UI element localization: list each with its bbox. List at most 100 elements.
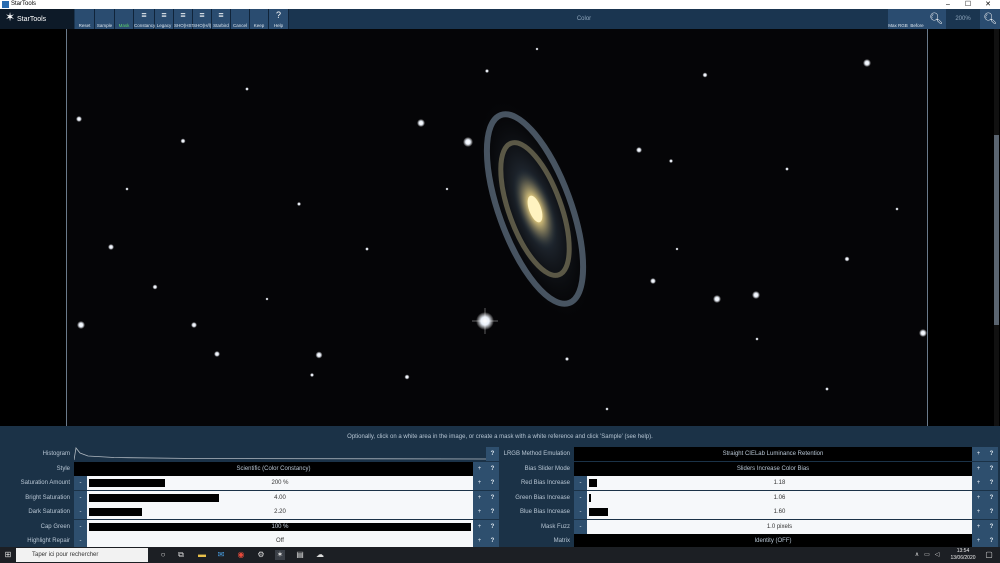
cortana-icon[interactable]: ○ bbox=[158, 550, 168, 560]
hint-text: Optionally, click on a white area in the… bbox=[347, 434, 653, 440]
control-panel: Optionally, click on a white area in the… bbox=[0, 426, 1000, 548]
bias-slider-mode-help-button[interactable]: ? bbox=[985, 461, 998, 476]
dark-saturation-slider[interactable]: 2.20 bbox=[87, 505, 473, 519]
red-bias-increase-decrease-button[interactable]: - bbox=[574, 476, 587, 490]
task-view-icon[interactable]: ⧉ bbox=[176, 550, 186, 560]
highlight-repair-decrease-button[interactable]: - bbox=[74, 534, 87, 548]
blue-bias-increase-decrease-button[interactable]: - bbox=[574, 505, 587, 519]
highlight-repair-help-button[interactable]: ? bbox=[486, 534, 499, 548]
mask-fuzz-help-button[interactable]: ? bbox=[985, 519, 998, 534]
blue-bias-increase-increase-button[interactable]: + bbox=[972, 505, 985, 519]
blue-bias-increase-help-button[interactable]: ? bbox=[985, 505, 998, 519]
toolbar-button-cancel[interactable]: Cancel bbox=[231, 9, 250, 29]
green-bias-increase-label: Green Bias Increase bbox=[515, 494, 570, 501]
tray-chevron-icon[interactable]: ∧ bbox=[912, 550, 922, 560]
cloud-app-icon[interactable]: ☁ bbox=[315, 550, 325, 560]
red-bias-increase-label: Red Bias Increase bbox=[520, 480, 570, 486]
toolbar-button-legacy[interactable]: ≡ Legacy bbox=[155, 9, 174, 29]
blue-bias-increase-slider[interactable]: 1.60 bbox=[587, 505, 972, 519]
matrix-next-button[interactable]: + bbox=[972, 534, 985, 548]
highlight-repair-increase-button[interactable]: + bbox=[473, 534, 486, 548]
toolbar-button-constancy[interactable]: ≡ Constancy bbox=[134, 9, 155, 29]
volume-icon[interactable]: ◁ bbox=[932, 550, 942, 560]
dark-saturation-decrease-button[interactable]: - bbox=[74, 505, 87, 519]
preset-lines-icon: ≡ bbox=[218, 10, 224, 20]
toolbar-button-sho-hst[interactable]: ≡ SHO(HST) bbox=[174, 9, 196, 29]
red-bias-increase-slider[interactable]: 1.18 bbox=[587, 476, 972, 490]
lrgb-method-emulation-help-button[interactable]: ? bbox=[985, 447, 998, 461]
toolbar-button-mask[interactable]: Mask bbox=[115, 9, 134, 29]
style-label: Style bbox=[56, 465, 70, 472]
startools-taskbar-icon[interactable]: ✶ bbox=[275, 550, 285, 560]
red-bias-increase-help-button[interactable]: ? bbox=[985, 476, 998, 490]
saturation-amount-slider[interactable]: 200 % bbox=[87, 476, 473, 490]
blue-bias-increase-label: Blue Bias Increase bbox=[519, 509, 570, 515]
taskbar-clock[interactable]: 13:54 13/06/2020 bbox=[948, 548, 978, 562]
dark-saturation-increase-button[interactable]: + bbox=[473, 505, 486, 519]
dark-saturation-help-button[interactable]: ? bbox=[486, 505, 499, 519]
toolbar-button-keep[interactable]: Keep bbox=[250, 9, 269, 29]
zoom-out-button[interactable]: 🔍︎ bbox=[926, 9, 946, 29]
windows-start-icon[interactable]: ⊞ bbox=[3, 550, 13, 560]
bias-slider-mode-next-button[interactable]: + bbox=[972, 461, 985, 476]
style-dropdown[interactable]: Scientific (Color Constancy) bbox=[74, 461, 473, 476]
bright-saturation-slider[interactable]: 4.00 bbox=[87, 490, 473, 505]
cap-green-increase-button[interactable]: + bbox=[473, 519, 486, 534]
saturation-amount-decrease-button[interactable]: - bbox=[74, 476, 87, 490]
green-bias-increase-decrease-button[interactable]: - bbox=[574, 490, 587, 505]
minimize-button[interactable]: – bbox=[938, 0, 958, 9]
red-bias-increase-increase-button[interactable]: + bbox=[972, 476, 985, 490]
module-title: Color bbox=[576, 16, 592, 22]
image-viewport[interactable] bbox=[0, 29, 1000, 426]
saturation-amount-help-button[interactable]: ? bbox=[486, 476, 499, 490]
cap-green-decrease-button[interactable]: - bbox=[74, 519, 87, 534]
bright-saturation-decrease-button[interactable]: - bbox=[74, 490, 87, 505]
lrgb-method-emulation-dropdown[interactable]: Straight CIELab Luminance Retention bbox=[574, 447, 972, 461]
max-rgb-button[interactable]: Max RGB bbox=[888, 9, 908, 29]
green-bias-increase-increase-button[interactable]: + bbox=[972, 490, 985, 505]
bias-slider-mode-dropdown[interactable]: Sliders Increase Color Bias bbox=[574, 461, 972, 476]
blue-bias-increase-value: 1.60 bbox=[773, 509, 786, 515]
lrgb-method-emulation-next-button[interactable]: + bbox=[972, 447, 985, 461]
green-bias-increase-help-button[interactable]: ? bbox=[985, 490, 998, 505]
bright-saturation-help-button[interactable]: ? bbox=[486, 490, 499, 505]
matrix-dropdown[interactable]: Identity (OFF) bbox=[574, 534, 972, 548]
mask-fuzz-label: Mask Fuzz bbox=[540, 523, 570, 530]
green-bias-increase-slider[interactable]: 1.06 bbox=[587, 490, 972, 505]
taskbar-search[interactable]: Taper ici pour rechercher bbox=[16, 548, 148, 562]
cap-green-value: 100 % bbox=[271, 523, 289, 530]
mask-fuzz-increase-button[interactable]: + bbox=[972, 519, 985, 534]
style-help-button[interactable]: ? bbox=[486, 461, 499, 476]
zoom-in-button[interactable]: 🔍︎ bbox=[980, 9, 1000, 29]
matrix-help-button[interactable]: ? bbox=[985, 534, 998, 548]
mask-fuzz-slider[interactable]: 1.0 pixels bbox=[587, 519, 972, 534]
preset-lines-icon: ≡ bbox=[161, 10, 167, 20]
maximize-button[interactable]: ☐ bbox=[958, 0, 978, 9]
preset-lines-icon: ≡ bbox=[180, 10, 186, 20]
cap-green-slider[interactable]: 100 % bbox=[87, 519, 473, 534]
toolbar-button-starbird[interactable]: ≡ Starbird bbox=[212, 9, 231, 29]
scrollbar-thumb[interactable] bbox=[994, 135, 999, 325]
app-window-icon[interactable]: ▤ bbox=[295, 550, 305, 560]
toolbar-button-sample[interactable]: Sample bbox=[95, 9, 115, 29]
chrome-icon[interactable]: ◉ bbox=[236, 550, 246, 560]
histogram-help-button[interactable]: ? bbox=[486, 447, 499, 461]
close-button[interactable]: ✕ bbox=[978, 0, 998, 9]
bright-saturation-increase-button[interactable]: + bbox=[473, 490, 486, 505]
highlight-repair-slider[interactable]: Off bbox=[87, 534, 473, 548]
cap-green-help-button[interactable]: ? bbox=[486, 519, 499, 534]
saturation-amount-increase-button[interactable]: + bbox=[473, 476, 486, 490]
astro-image[interactable] bbox=[66, 29, 928, 426]
style-next-button[interactable]: + bbox=[473, 461, 486, 476]
bias-slider-mode-label: Bias Slider Mode bbox=[524, 465, 570, 472]
before-button[interactable]: Before bbox=[908, 9, 926, 29]
settings-gear-icon[interactable]: ⚙ bbox=[256, 550, 266, 560]
mail-icon[interactable]: ✉ bbox=[216, 550, 226, 560]
mask-fuzz-decrease-button[interactable]: - bbox=[574, 519, 587, 534]
cap-green-label: Cap Green bbox=[40, 523, 70, 530]
file-explorer-icon[interactable]: ▬ bbox=[197, 550, 207, 560]
notification-icon[interactable]: ▢ bbox=[984, 550, 994, 560]
network-icon[interactable]: ▭ bbox=[922, 550, 932, 560]
toolbar-button-sho-h-l[interactable]: ≡ SHO(H/l) bbox=[193, 9, 212, 29]
toolbar-button-reset[interactable]: Reset bbox=[75, 9, 95, 29]
